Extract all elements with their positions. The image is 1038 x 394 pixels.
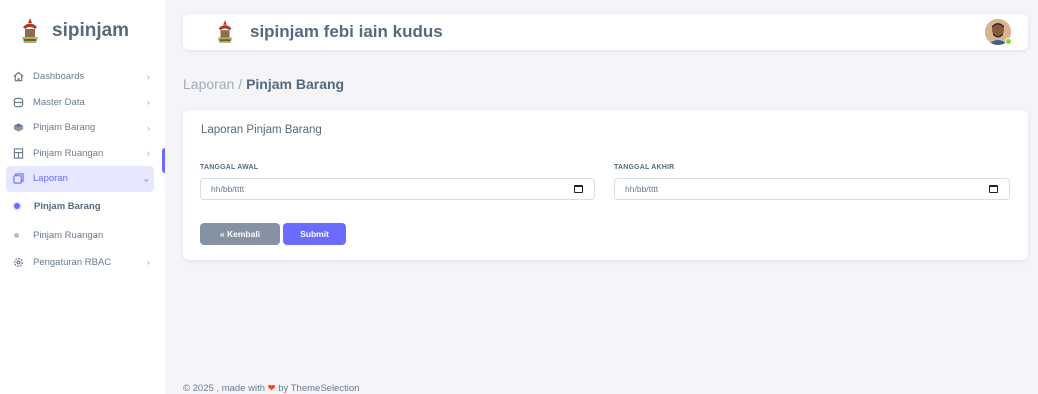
box-icon [12,122,24,134]
heart-icon: ❤ [267,383,276,394]
sidebar-item-dashboards[interactable]: Dashboards › [6,64,154,90]
sidebar-subitem-pinjam-ruangan[interactable]: Pinjam Ruangan [0,221,165,250]
brand-name: sipinjam [52,20,130,41]
sidebar-subitem-label: Pinjam Ruangan [33,229,104,241]
breadcrumb-parent[interactable]: Laporan / [183,76,242,92]
bullet-icon [14,203,20,209]
settings-icon [12,256,24,268]
logo-icon [217,20,233,43]
door-icon [12,147,24,159]
sidebar-item-label: Laporan [33,173,68,185]
sidebar-subitem-label: Pinjam Barang [34,200,101,212]
footer-link[interactable]: by ThemeSelection [278,383,359,394]
bullet-icon [14,232,19,238]
submit-button[interactable]: Submit [283,223,346,245]
report-form-card: Laporan Pinjam Barang TANGGAL AWAL hh/bb… [183,110,1028,260]
start-date-placeholder: hh/bb/tttt [211,184,245,194]
sidebar-item-pengaturan-rbac[interactable]: Pengaturan RBAC › [6,250,154,276]
sidebar-item-pinjam-barang[interactable]: Pinjam Barang › [6,115,154,141]
calendar-icon[interactable] [574,185,583,193]
end-date-placeholder: hh/bb/tttt [625,184,659,194]
chevron-right-icon: › [147,257,150,268]
chevron-right-icon: › [147,97,150,108]
home-icon [12,71,24,83]
chevron-down-icon: ⌄ [142,173,150,184]
footer: © 2025 , made with ❤ by ThemeSelection [183,383,359,394]
calendar-icon[interactable] [989,185,998,193]
breadcrumb-current: Pinjam Barang [246,76,345,92]
sidebar-item-master-data[interactable]: Master Data › [6,90,154,116]
online-status-badge [1005,38,1012,45]
sidebar-subitem-pinjam-barang[interactable]: Pinjam Barang [0,192,165,221]
start-date-input[interactable]: hh/bb/tttt [200,178,595,200]
breadcrumb: Laporan / Pinjam Barang [183,76,344,92]
logo-icon [22,18,38,43]
report-icon [12,173,24,185]
navbar-title: sipinjam febi iain kudus [250,22,443,41]
sidebar-item-label: Dashboards [33,71,85,83]
sidebar: sipinjam Dashboards › Master Data › Pinj… [0,0,165,394]
sidebar-item-laporan[interactable]: Laporan ⌄ [6,166,154,192]
top-navbar: sipinjam febi iain kudus [183,14,1028,50]
footer-text: © 2025 , made with [183,383,265,394]
sidebar-item-label: Pengaturan RBAC [33,256,112,268]
end-date-label: TANGGAL AKHIR [614,164,675,171]
active-menu-marker [162,148,165,173]
back-button[interactable]: « Kembali [200,223,280,245]
chevron-right-icon: › [147,71,150,82]
sidebar-item-pinjam-ruangan[interactable]: Pinjam Ruangan › [6,141,154,167]
chevron-right-icon: › [147,148,150,159]
end-date-input[interactable]: hh/bb/tttt [614,178,1010,200]
sidebar-item-label: Pinjam Barang [33,122,96,134]
sidebar-menu: Dashboards › Master Data › Pinjam Barang… [0,64,165,275]
sidebar-item-label: Master Data [33,96,85,108]
card-title: Laporan Pinjam Barang [201,124,322,136]
chevron-right-icon: › [147,122,150,133]
start-date-label: TANGGAL AWAL [200,164,259,171]
sidebar-item-label: Pinjam Ruangan [33,147,104,159]
brand[interactable]: sipinjam [0,0,165,62]
database-icon [12,96,24,108]
